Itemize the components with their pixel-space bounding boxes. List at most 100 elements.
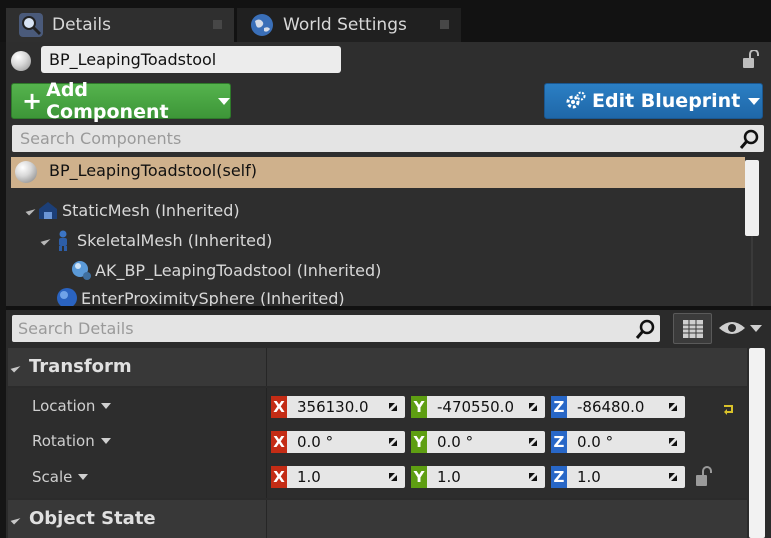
search-components-input[interactable]: Search Components	[12, 125, 764, 152]
axis-y-label: Y	[411, 431, 427, 453]
tree-item-self[interactable]: BP_LeapingToadstool(self)	[11, 157, 745, 188]
transform-section-header[interactable]: Transform	[8, 348, 747, 386]
tree-item-enter-proximity-sphere[interactable]: EnterProximitySphere (Inherited)	[56, 285, 345, 307]
tree-item-skeletalmesh[interactable]: SkeletalMesh (Inherited)	[40, 227, 273, 253]
tab-details-label: Details	[52, 15, 111, 35]
scale-z-field[interactable]: Z 1.0	[551, 466, 685, 488]
rotation-y-input[interactable]: 0.0 °	[427, 431, 545, 453]
actor-sphere-icon	[15, 161, 37, 183]
reset-to-default-icon[interactable]	[722, 400, 734, 415]
scale-x-value: 1.0	[297, 468, 321, 486]
tab-details[interactable]: Details	[6, 8, 234, 42]
drag-handle-icon	[389, 403, 397, 411]
scale-z-input[interactable]: 1.0	[567, 466, 685, 488]
chevron-down-icon	[101, 403, 112, 409]
lock-icon[interactable]	[694, 466, 714, 488]
scrollbar-track	[751, 236, 753, 306]
search-icon[interactable]	[739, 128, 761, 150]
scale-label[interactable]: Scale	[32, 468, 89, 486]
expand-triangle-icon[interactable]	[25, 205, 36, 215]
scale-label-text: Scale	[32, 468, 73, 486]
location-x-input[interactable]: 356130.0	[287, 396, 405, 418]
scale-z-value: 1.0	[577, 468, 601, 486]
expand-triangle-icon[interactable]	[40, 235, 51, 245]
add-component-label: Add Component	[46, 79, 169, 123]
chevron-down-icon	[750, 325, 762, 332]
scale-x-input[interactable]: 1.0	[287, 466, 405, 488]
scale-y-value: 1.0	[437, 468, 461, 486]
rotation-x-input[interactable]: 0.0 °	[287, 431, 405, 453]
skeletal-mesh-icon	[52, 229, 74, 251]
axis-x-label: X	[271, 396, 287, 418]
details-scrollbar[interactable]	[749, 348, 765, 538]
location-z-input[interactable]: -86480.0	[567, 396, 685, 418]
details-search-icon	[18, 12, 44, 38]
rotation-z-input[interactable]: 0.0 °	[567, 431, 685, 453]
column-divider	[266, 348, 267, 386]
scale-y-field[interactable]: Y 1.0	[411, 466, 545, 488]
chevron-down-icon	[218, 97, 230, 105]
location-y-input[interactable]: -470550.0	[427, 396, 545, 418]
rotation-z-field[interactable]: Z 0.0 °	[551, 431, 685, 453]
rotation-label[interactable]: Rotation	[32, 432, 111, 450]
close-icon[interactable]	[440, 20, 449, 29]
rotation-x-field[interactable]: X 0.0 °	[271, 431, 405, 453]
drag-handle-icon	[669, 403, 677, 411]
property-matrix-button[interactable]	[673, 313, 712, 344]
rotation-x-value: 0.0 °	[297, 433, 334, 451]
axis-z-label: Z	[551, 396, 567, 418]
lock-icon[interactable]	[740, 49, 762, 70]
collapse-triangle-icon	[10, 362, 21, 373]
axis-x-label: X	[271, 466, 287, 488]
tree-item-label: AK_BP_LeapingToadstool (Inherited)	[95, 260, 382, 280]
tree-item-staticmesh[interactable]: StaticMesh (Inherited)	[25, 197, 240, 223]
column-divider	[266, 500, 267, 538]
rotation-y-field[interactable]: Y 0.0 °	[411, 431, 545, 453]
column-divider	[266, 388, 267, 498]
drag-handle-icon	[669, 473, 677, 481]
drag-handle-icon	[529, 438, 537, 446]
drag-handle-icon	[529, 403, 537, 411]
edit-blueprint-button[interactable]: Edit Blueprint	[544, 83, 763, 119]
drag-handle-icon	[389, 473, 397, 481]
tab-world-settings-label: World Settings	[283, 15, 407, 35]
chevron-down-icon	[78, 474, 89, 480]
actor-sphere-icon	[11, 51, 31, 71]
tree-item-label: BP_LeapingToadstool(self)	[49, 161, 257, 180]
axis-z-label: Z	[551, 466, 567, 488]
sphere-collision-icon	[56, 287, 78, 307]
location-z-field[interactable]: Z -86480.0	[551, 396, 685, 418]
scale-y-input[interactable]: 1.0	[427, 466, 545, 488]
location-label[interactable]: Location	[32, 397, 112, 415]
location-z-value: -86480.0	[577, 398, 645, 416]
view-options-button[interactable]	[718, 318, 764, 338]
collapse-triangle-icon	[10, 514, 21, 525]
search-components-placeholder: Search Components	[20, 129, 182, 148]
object-state-section-header[interactable]: Object State	[8, 500, 747, 538]
tree-item-ak-audio[interactable]: AK_BP_LeapingToadstool (Inherited)	[70, 257, 381, 283]
search-details-input[interactable]: Search Details	[12, 315, 660, 342]
location-x-field[interactable]: X 356130.0	[271, 396, 405, 418]
edit-blueprint-label: Edit Blueprint	[592, 90, 741, 112]
add-component-button[interactable]: + Add Component	[11, 79, 231, 123]
location-label-text: Location	[32, 397, 96, 415]
close-icon[interactable]	[213, 20, 222, 29]
components-scrollbar[interactable]	[745, 160, 759, 236]
tree-item-label: SkeletalMesh (Inherited)	[77, 230, 273, 250]
actor-name-field[interactable]: BP_LeapingToadstool	[41, 46, 341, 73]
tab-bar: Details World Settings	[0, 0, 771, 42]
drag-handle-icon	[389, 438, 397, 446]
tab-world-settings[interactable]: World Settings	[237, 8, 461, 42]
location-y-field[interactable]: Y -470550.0	[411, 396, 545, 418]
drag-handle-icon	[529, 473, 537, 481]
section-title: Transform	[29, 356, 132, 377]
section-title: Object State	[29, 508, 156, 529]
globe-icon	[249, 12, 275, 38]
search-icon[interactable]	[635, 318, 657, 340]
tree-item-label: EnterProximitySphere (Inherited)	[81, 288, 345, 308]
search-details-placeholder: Search Details	[18, 319, 134, 338]
gear-icon	[565, 90, 587, 112]
scale-x-field[interactable]: X 1.0	[271, 466, 405, 488]
grid-icon	[683, 320, 703, 342]
rotation-z-value: 0.0 °	[577, 433, 614, 451]
